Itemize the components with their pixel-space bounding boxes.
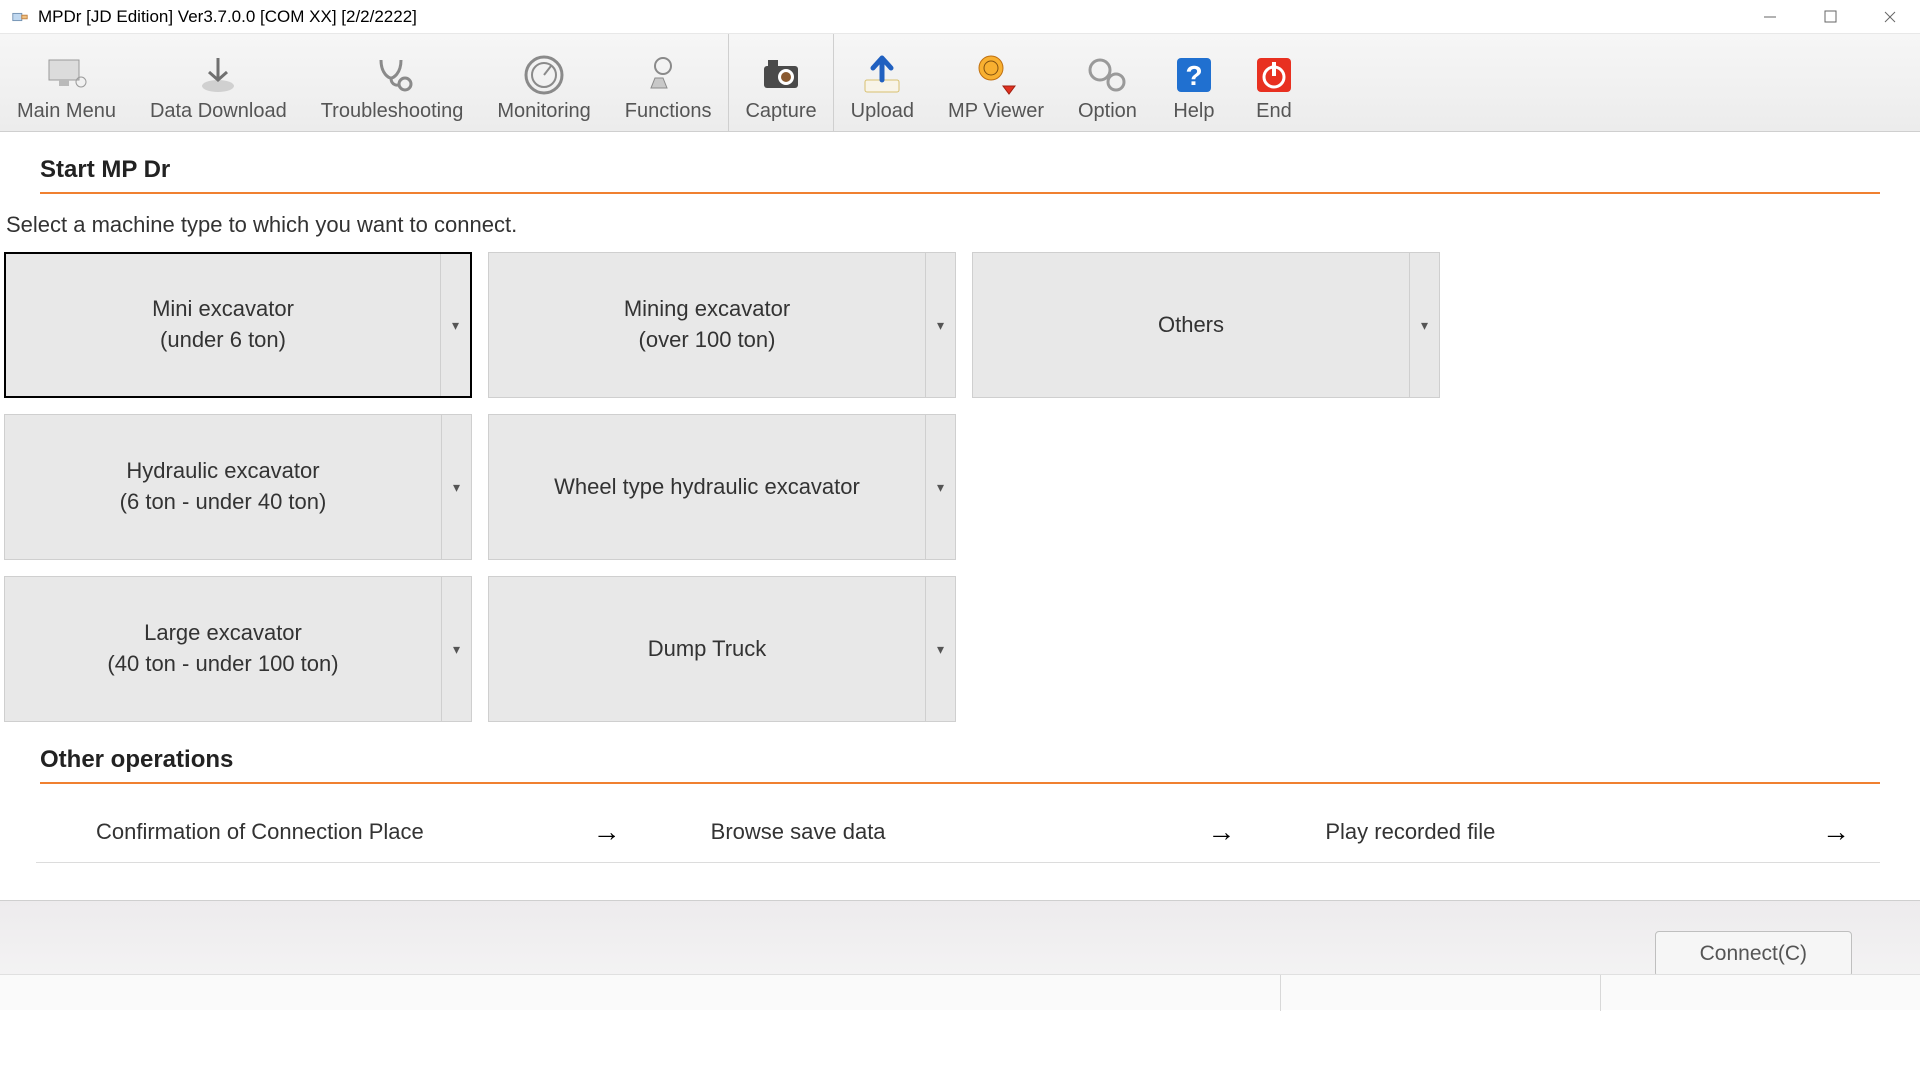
- toolbar: Main Menu Data Download Troubleshooting …: [0, 34, 1920, 132]
- stethoscope-icon: [369, 52, 415, 98]
- ops-link-label: Play recorded file: [1325, 819, 1495, 845]
- toolbar-main-menu[interactable]: Main Menu: [0, 34, 133, 131]
- dropdown-caret-icon[interactable]: ▾: [441, 415, 471, 559]
- toolbar-label: Upload: [851, 100, 914, 123]
- ops-link-browse-save-data[interactable]: Browse save data →: [651, 816, 1266, 848]
- machine-wheel-hydraulic-excavator[interactable]: Wheel type hydraulic excavator ▾: [488, 414, 956, 560]
- toolbar-data-download[interactable]: Data Download: [133, 34, 304, 131]
- ops-heading: Other operations: [40, 746, 1880, 774]
- machine-label-line1: Mini excavator: [152, 294, 294, 325]
- toolbar-label: Option: [1078, 100, 1137, 123]
- gauge-icon: [521, 52, 567, 98]
- toolbar-capture[interactable]: Capture: [728, 34, 833, 131]
- start-heading: Start MP Dr: [40, 156, 1880, 184]
- machine-label-line2: (over 100 ton): [639, 325, 776, 356]
- toolbar-monitoring[interactable]: Monitoring: [480, 34, 607, 131]
- machine-label-line2: (under 6 ton): [160, 325, 286, 356]
- connect-button[interactable]: Connect(C): [1655, 931, 1852, 977]
- toolbar-label: Help: [1173, 100, 1214, 123]
- arrow-right-icon: →: [1207, 816, 1235, 848]
- download-icon: [195, 52, 241, 98]
- minimize-button[interactable]: [1740, 0, 1800, 34]
- toolbar-option[interactable]: Option: [1061, 34, 1154, 131]
- machine-label-line1: Others: [1158, 310, 1224, 341]
- bottom-bar: Connect(C): [0, 900, 1920, 1010]
- toolbar-label: Troubleshooting: [321, 100, 464, 123]
- window-controls: [1740, 0, 1920, 34]
- dropdown-caret-icon[interactable]: ▾: [925, 577, 955, 721]
- toolbar-label: Functions: [625, 100, 712, 123]
- machine-mini-excavator[interactable]: Mini excavator(under 6 ton) ▾: [4, 252, 472, 398]
- toolbar-help[interactable]: ? Help: [1154, 34, 1234, 131]
- dropdown-caret-icon[interactable]: ▾: [1409, 253, 1439, 397]
- ops-link-play-recorded-file[interactable]: Play recorded file →: [1265, 816, 1880, 848]
- title-text: MPDr [JD Edition] Ver3.7.0.0 [COM XX] [2…: [38, 7, 417, 27]
- machine-mining-excavator[interactable]: Mining excavator(over 100 ton) ▾: [488, 252, 956, 398]
- machine-label-line1: Wheel type hydraulic excavator: [554, 472, 860, 503]
- machine-label-line1: Dump Truck: [648, 634, 767, 665]
- ops-link-connection-place[interactable]: Confirmation of Connection Place →: [36, 816, 651, 848]
- toolbar-label: Main Menu: [17, 100, 116, 123]
- ops-link-label: Browse save data: [711, 819, 886, 845]
- machine-label-line1: Large excavator: [144, 618, 302, 649]
- dropdown-caret-icon[interactable]: ▾: [925, 253, 955, 397]
- toolbar-functions[interactable]: Functions: [608, 34, 729, 131]
- instruction-text: Select a machine type to which you want …: [6, 212, 1880, 238]
- close-button[interactable]: [1860, 0, 1920, 34]
- machine-label-line1: Hydraulic excavator: [126, 456, 319, 487]
- machine-dump-truck[interactable]: Dump Truck ▾: [488, 576, 956, 722]
- status-cell: [1600, 975, 1920, 1011]
- toolbar-label: Monitoring: [497, 100, 590, 123]
- machine-hydraulic-excavator[interactable]: Hydraulic excavator(6 ton - under 40 ton…: [4, 414, 472, 560]
- machine-large-excavator[interactable]: Large excavator(40 ton - under 100 ton) …: [4, 576, 472, 722]
- machine-label-line1: Mining excavator: [624, 294, 790, 325]
- camera-icon: [758, 52, 804, 98]
- help-icon: ?: [1171, 52, 1217, 98]
- machine-grid: Mini excavator(under 6 ton) ▾ Mining exc…: [4, 252, 1880, 722]
- gear-machine-icon: [645, 52, 691, 98]
- content: Start MP Dr Select a machine type to whi…: [0, 132, 1920, 863]
- machine-others[interactable]: Others ▾: [972, 252, 1440, 398]
- monitor-icon: [43, 52, 89, 98]
- toolbar-upload[interactable]: Upload: [834, 34, 931, 131]
- status-cell: [1280, 975, 1600, 1011]
- divider: [40, 782, 1880, 784]
- toolbar-label: Data Download: [150, 100, 287, 123]
- status-bar: [0, 974, 1920, 1010]
- toolbar-troubleshooting[interactable]: Troubleshooting: [304, 34, 481, 131]
- maximize-button[interactable]: [1800, 0, 1860, 34]
- svg-text:?: ?: [1185, 60, 1202, 91]
- arrow-right-icon: →: [593, 816, 621, 848]
- mp-viewer-icon: [973, 52, 1019, 98]
- dropdown-caret-icon[interactable]: ▾: [441, 577, 471, 721]
- toolbar-label: End: [1256, 100, 1292, 123]
- upload-icon: [859, 52, 905, 98]
- toolbar-mp-viewer[interactable]: MP Viewer: [931, 34, 1061, 131]
- dropdown-caret-icon[interactable]: ▾: [440, 254, 470, 396]
- app-icon: [10, 7, 30, 27]
- power-icon: [1251, 52, 1297, 98]
- machine-label-line2: (6 ton - under 40 ton): [120, 487, 327, 518]
- machine-label-line2: (40 ton - under 100 ton): [107, 649, 338, 680]
- arrow-right-icon: →: [1822, 816, 1850, 848]
- divider: [40, 192, 1880, 194]
- toolbar-end[interactable]: End: [1234, 34, 1314, 131]
- ops-links: Confirmation of Connection Place → Brows…: [36, 802, 1880, 863]
- titlebar: MPDr [JD Edition] Ver3.7.0.0 [COM XX] [2…: [0, 0, 1920, 34]
- toolbar-label: MP Viewer: [948, 100, 1044, 123]
- ops-link-label: Confirmation of Connection Place: [96, 819, 424, 845]
- toolbar-label: Capture: [745, 100, 816, 123]
- gears-icon: [1084, 52, 1130, 98]
- dropdown-caret-icon[interactable]: ▾: [925, 415, 955, 559]
